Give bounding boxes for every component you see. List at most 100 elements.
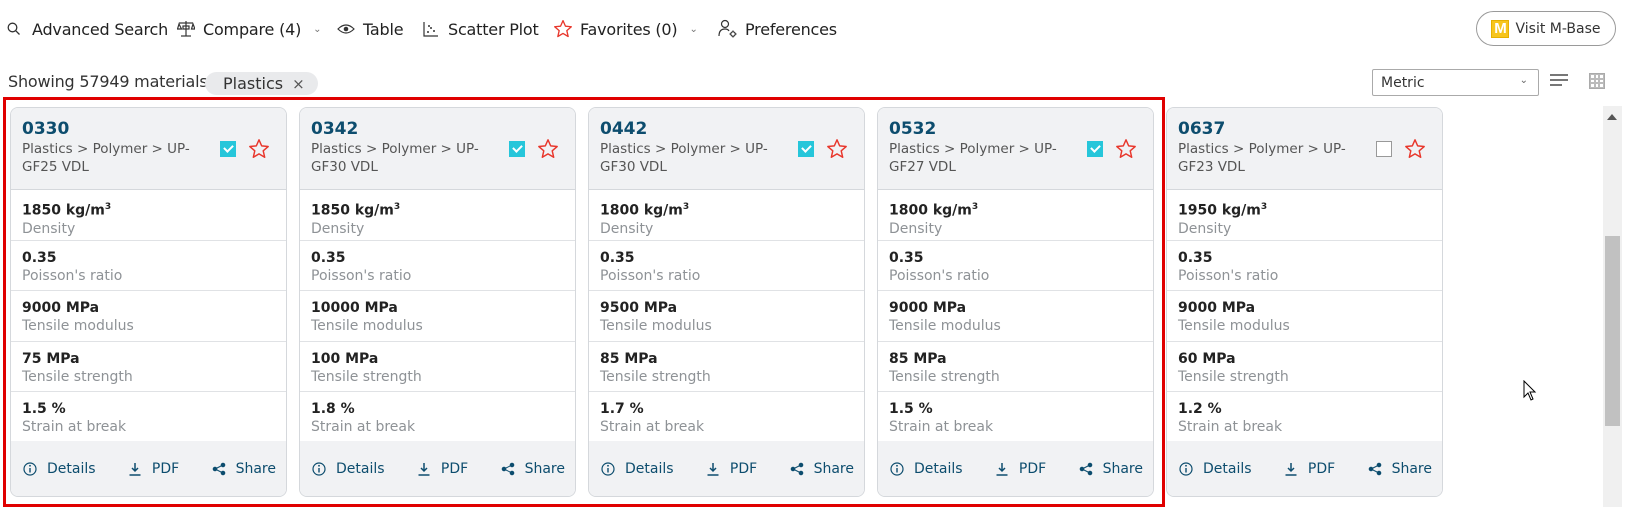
property-unit-exponent: 3 — [971, 202, 979, 212]
material-id-link[interactable]: 0532 — [889, 119, 1153, 139]
pdf-label: PDF — [151, 460, 180, 477]
property-value: 1.2 % — [1178, 400, 1442, 418]
list-view-button[interactable] — [1550, 74, 1568, 88]
card-actions: Details PDF Share — [589, 441, 864, 496]
property-row: 9000 MPa Tensile modulus — [1167, 291, 1442, 342]
advanced-search-button[interactable]: Advanced Search — [6, 17, 168, 41]
pdf-button[interactable]: PDF — [1283, 461, 1335, 477]
card-header: 0442 Plastics > Polymer > UP-GF30 VDL — [589, 108, 864, 190]
compare-checkbox[interactable] — [798, 141, 814, 157]
compare-checkbox[interactable] — [509, 141, 525, 157]
details-button[interactable]: Details — [22, 461, 96, 477]
favorites-button[interactable]: Favorites (0) ⌄ — [553, 17, 698, 41]
property-list: 1850 kg/m3 Density 0.35 Poisson's ratio 9000… — [11, 190, 286, 443]
property-value-text: 9000 MPa — [1178, 300, 1256, 316]
visit-mbase-label: Visit M-Base — [1515, 20, 1601, 37]
details-button[interactable]: Details — [889, 461, 963, 477]
material-card: 0442 Plastics > Polymer > UP-GF30 VDL 18… — [588, 107, 865, 497]
chevron-down-icon: ⌄ — [313, 23, 322, 35]
table-button[interactable]: Table — [336, 17, 404, 41]
download-icon — [705, 461, 721, 477]
star-icon — [553, 19, 573, 39]
pdf-button[interactable]: PDF — [705, 461, 757, 477]
card-header: 0532 Plastics > Polymer > UP-GF27 VDL — [878, 108, 1153, 190]
units-select[interactable]: Metric ⌄ — [1372, 69, 1539, 96]
property-value-text: 0.35 — [311, 249, 346, 266]
details-button[interactable]: Details — [1178, 461, 1252, 477]
pdf-label: PDF — [729, 460, 758, 477]
property-value-text: 1800 kg/m — [600, 202, 683, 219]
mouse-cursor-icon — [1523, 380, 1537, 401]
share-button[interactable]: Share — [500, 461, 565, 477]
scale-icon — [176, 19, 196, 39]
preferences-button[interactable]: Preferences — [718, 17, 837, 41]
compare-checkbox[interactable] — [1376, 141, 1392, 157]
property-label: Poisson's ratio — [889, 267, 990, 284]
share-button[interactable]: Share — [1367, 461, 1432, 477]
property-value-text: 9500 MPa — [600, 300, 678, 316]
visit-mbase-button[interactable]: M Visit M-Base — [1476, 11, 1616, 46]
material-id-link[interactable]: 0442 — [600, 119, 864, 139]
scatter-plot-button[interactable]: Scatter Plot — [421, 17, 539, 41]
property-value: 0.35 — [311, 249, 575, 267]
pdf-button[interactable]: PDF — [127, 461, 179, 477]
share-label: Share — [1391, 460, 1432, 477]
pdf-button[interactable]: PDF — [994, 461, 1046, 477]
vertical-scrollbar[interactable] — [1603, 106, 1622, 507]
top-toolbar: Advanced Search Compare (4) ⌄ Table Scat… — [0, 0, 1625, 58]
property-label: Density — [311, 220, 365, 237]
property-label: Poisson's ratio — [311, 267, 412, 284]
close-icon[interactable]: × — [292, 75, 305, 93]
scroll-up-arrow-icon[interactable] — [1607, 114, 1617, 120]
property-value: 85 MPa — [889, 350, 1153, 368]
share-button[interactable]: Share — [789, 461, 854, 477]
property-label: Density — [600, 220, 654, 237]
info-icon — [1178, 461, 1194, 477]
property-value-text: 1850 kg/m — [22, 202, 105, 219]
info-icon — [600, 461, 616, 477]
property-value: 100 MPa — [311, 350, 575, 368]
material-card: 0532 Plastics > Polymer > UP-GF27 VDL 18… — [877, 107, 1154, 497]
details-label: Details — [625, 460, 674, 477]
property-list: 1800 kg/m3 Density 0.35 Poisson's ratio 9500… — [589, 190, 864, 443]
property-value-text: 1850 kg/m — [311, 202, 394, 219]
material-id-link[interactable]: 0342 — [311, 119, 575, 139]
favorite-star-icon[interactable] — [248, 138, 270, 160]
material-id-link[interactable]: 0330 — [22, 119, 286, 139]
details-button[interactable]: Details — [311, 461, 385, 477]
scatter-plot-label: Scatter Plot — [448, 19, 539, 39]
material-path: Plastics > Polymer > UP-GF25 VDL — [22, 141, 190, 175]
details-label: Details — [47, 460, 96, 477]
compare-checkbox[interactable] — [1087, 141, 1103, 157]
property-label: Tensile strength — [600, 368, 711, 385]
chevron-down-icon: ⌄ — [1519, 75, 1528, 86]
favorite-star-icon[interactable] — [537, 138, 559, 160]
details-button[interactable]: Details — [600, 461, 674, 477]
material-id-link[interactable]: 0637 — [1178, 119, 1442, 139]
material-path: Plastics > Polymer > UP-GF23 VDL — [1178, 141, 1346, 175]
download-icon — [1283, 461, 1299, 477]
compare-button[interactable]: Compare (4) ⌄ — [176, 17, 322, 41]
scrollbar-thumb[interactable] — [1605, 236, 1620, 426]
card-actions: Details PDF Share — [11, 441, 286, 496]
share-icon — [500, 461, 516, 477]
favorite-star-icon[interactable] — [1115, 138, 1137, 160]
favorite-star-icon[interactable] — [1404, 138, 1426, 160]
property-unit-exponent: 3 — [104, 202, 112, 212]
material-card: 0330 Plastics > Polymer > UP-GF25 VDL 18… — [10, 107, 287, 497]
property-row: 60 MPa Tensile strength — [1167, 342, 1442, 392]
mbase-logo-icon: M — [1491, 19, 1510, 38]
share-button[interactable]: Share — [211, 461, 276, 477]
grid-view-button[interactable] — [1589, 73, 1605, 89]
pdf-button[interactable]: PDF — [416, 461, 468, 477]
property-label: Tensile strength — [22, 368, 133, 385]
filter-chip-label: Plastics — [223, 74, 284, 93]
preferences-label: Preferences — [745, 19, 837, 39]
compare-checkbox[interactable] — [220, 141, 236, 157]
share-button[interactable]: Share — [1078, 461, 1143, 477]
property-row: 9500 MPa Tensile modulus — [589, 291, 864, 342]
property-label: Density — [1178, 220, 1232, 237]
property-value-text: 0.35 — [22, 249, 57, 266]
card-actions: Details PDF Share — [1167, 441, 1442, 496]
favorite-star-icon[interactable] — [826, 138, 848, 160]
